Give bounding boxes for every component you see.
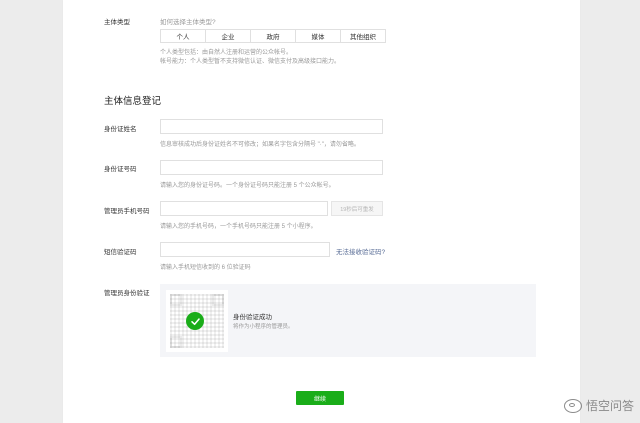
admin-phone-help: 请输入您的手机号码，一个手机号码只能注册 5 个小程序。 bbox=[160, 224, 317, 230]
send-code-button[interactable]: 19秒后可重发 bbox=[331, 201, 383, 216]
subject-type-option-other[interactable]: 其他组织 bbox=[341, 30, 385, 42]
admin-phone-input[interactable] bbox=[160, 201, 328, 216]
no-code-link[interactable]: 无法接收验证码? bbox=[336, 246, 385, 256]
section-title: 主体信息登记 bbox=[104, 96, 162, 107]
continue-button[interactable]: 继续 bbox=[296, 391, 344, 405]
watermark: 悟空问答 bbox=[563, 397, 634, 414]
id-number-help: 请输入您的身份证号码。一个身份证号码只能注册 5 个公众帐号。 bbox=[160, 183, 335, 189]
subject-type-selector: 个人 企业 政府 媒体 其他组织 bbox=[160, 29, 386, 43]
subject-type-help-link[interactable]: 如何选择主体类型? bbox=[160, 16, 216, 26]
id-number-label: 身份证号码 bbox=[104, 166, 137, 173]
subject-type-option-personal[interactable]: 个人 bbox=[161, 30, 206, 42]
id-name-label: 身份证姓名 bbox=[104, 126, 137, 133]
wukong-logo-icon bbox=[563, 398, 582, 413]
verify-status-title: 身份验证成功 bbox=[233, 314, 272, 321]
subject-type-option-enterprise[interactable]: 企业 bbox=[206, 30, 251, 42]
id-name-input[interactable] bbox=[160, 119, 383, 134]
admin-verify-label: 管理员身份验证 bbox=[104, 290, 150, 297]
id-name-help: 信息审核成功后身份证姓名不可修改；如果名字包含分隔号 "·"，请勿省略。 bbox=[160, 142, 360, 148]
sms-code-label: 短信验证码 bbox=[104, 249, 137, 256]
subject-type-option-media[interactable]: 媒体 bbox=[296, 30, 341, 42]
success-check-icon bbox=[186, 312, 204, 330]
sms-code-input[interactable] bbox=[160, 242, 330, 257]
sms-code-help: 请输入手机短信收到的 6 位验证码 bbox=[160, 265, 251, 271]
verify-status-desc: 将作为小程序的管理员。 bbox=[233, 324, 294, 330]
id-number-input[interactable] bbox=[160, 160, 383, 175]
watermark-text: 悟空问答 bbox=[585, 399, 634, 413]
subject-type-capability: 帐号能力：个人类型暂不支持微信认证、微信支付及高级接口能力。 bbox=[160, 59, 341, 65]
subject-type-label: 主体类型 bbox=[104, 19, 130, 26]
subject-type-desc: 个人类型包括：由自然人注册和运营的公众帐号。 bbox=[160, 50, 293, 56]
admin-phone-label: 管理员手机号码 bbox=[104, 208, 150, 215]
subject-type-option-government[interactable]: 政府 bbox=[251, 30, 296, 42]
